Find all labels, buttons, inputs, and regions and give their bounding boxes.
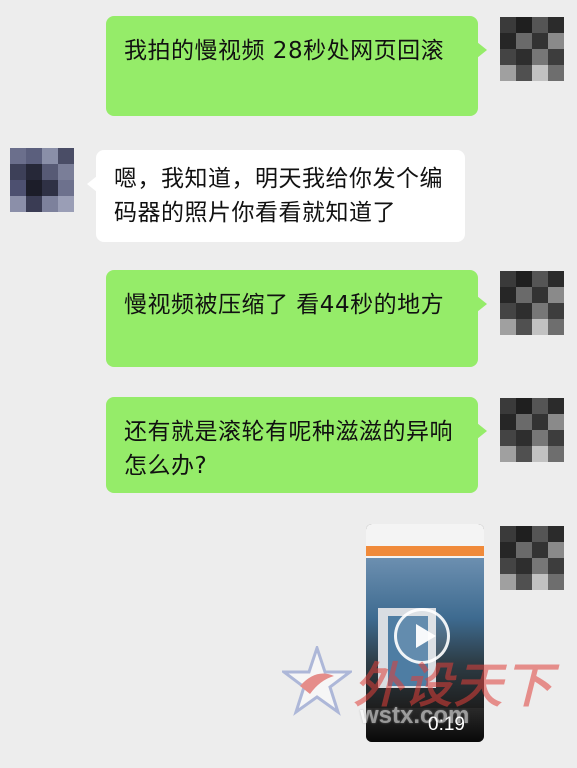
message-text: 还有就是滚轮有呢种滋滋的异响怎么办? [124,419,453,479]
video-thumbnail-toolbar [366,524,484,558]
avatar-self[interactable] [500,526,564,590]
message-bubble-sent[interactable]: 还有就是滚轮有呢种滋滋的异响怎么办? [106,397,487,493]
watermark: 外设天下 wstx.com [282,640,572,740]
avatar-contact[interactable] [10,148,74,212]
message-text: 我拍的慢视频 28秒处网页回滚 [124,38,445,64]
message-bubble-sent[interactable]: 我拍的慢视频 28秒处网页回滚 [106,16,487,116]
message-text: 嗯，我知道，明天我给你发个编码器的照片你看看就知道了 [114,166,443,226]
avatar-self[interactable] [500,271,564,335]
avatar-self[interactable] [500,398,564,462]
star-logo-icon [282,646,352,716]
watermark-url: wstx.com [360,702,470,729]
avatar-self[interactable] [500,17,564,81]
message-text: 慢视频被压缩了 看44秒的地方 [124,292,445,318]
message-bubble-sent[interactable]: 慢视频被压缩了 看44秒的地方 [106,270,487,367]
message-bubble-received[interactable]: 嗯，我知道，明天我给你发个编码器的照片你看看就知道了 [87,150,465,242]
